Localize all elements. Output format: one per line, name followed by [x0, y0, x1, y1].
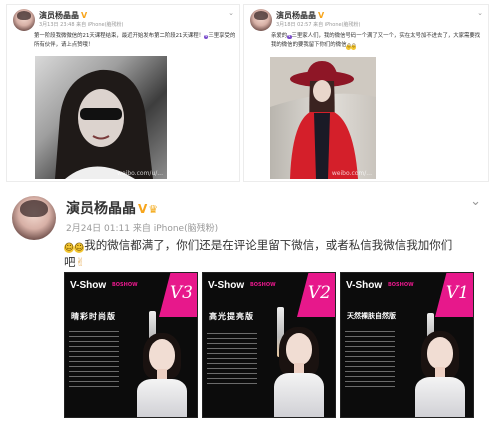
- post-text-part: 我的微信都满了，你们还是在评论里留下微信，或者私信我微信我加你们: [84, 238, 453, 252]
- poster-logo: BOSHOW: [250, 282, 276, 288]
- grin-emoji-icon: ☺: [351, 44, 356, 50]
- verified-badge-icon: V: [81, 11, 88, 20]
- product-poster-v3[interactable]: V3 V-Show BOSHOW 晴彩时尚版: [64, 272, 198, 418]
- poster-slogan: 高光提亮版: [209, 312, 254, 321]
- post-timestamp[interactable]: 2月24日 01:11 来自 iPhone(脑残粉): [66, 221, 218, 234]
- poster-logo: BOSHOW: [388, 282, 414, 288]
- crown-icon: ♛: [148, 203, 159, 216]
- post-photo[interactable]: weibo.com/...: [270, 57, 376, 179]
- chevron-down-icon[interactable]: ⌄: [470, 194, 481, 209]
- username-text[interactable]: 演员杨晶晶: [276, 11, 316, 20]
- post-username[interactable]: 演员杨晶晶 V: [276, 10, 324, 21]
- post-text: 第一阶段我微微信的21天课程结束，最近开始发布第二阶段21天课程！V三里享受的所…: [34, 32, 238, 50]
- poster-version: V1: [445, 283, 469, 303]
- poster-brand: V-Show: [208, 280, 245, 291]
- cry-laugh-emoji-icon: ☺: [64, 242, 75, 254]
- chevron-down-icon[interactable]: ⌄: [228, 9, 234, 17]
- weibo-post-2: 演员杨晶晶 V 3月18日 02:57 来自 iPhone(脑残粉) ⌄ 亲爱的V…: [243, 4, 489, 182]
- poster-model: [129, 329, 195, 417]
- poster-brand: V-Show: [346, 280, 383, 291]
- photo-watermark: weibo.com/...: [331, 170, 372, 177]
- poster-brand: V-Show: [70, 280, 107, 291]
- product-poster-v2[interactable]: V2 V-Show BOSHOW 高光提亮版: [202, 272, 336, 418]
- product-poster-v1[interactable]: V1 V-Show BOSHOW 天然裸肤自然版: [340, 272, 474, 418]
- avatar[interactable]: [13, 9, 35, 31]
- post-text-part: 第一阶段我微微信的21天课程结束，最近开始发布第二阶段21天课程！: [34, 33, 205, 39]
- poster-model: [407, 327, 473, 417]
- poster-version: V3: [169, 283, 193, 303]
- avatar[interactable]: [12, 196, 56, 240]
- weibo-post-3: 演员杨晶晶 V♛ 2月24日 01:11 来自 iPhone(脑残粉) ⌄ ☺☺我…: [0, 188, 493, 421]
- post-username[interactable]: 演员杨晶晶 V: [39, 10, 87, 21]
- avatar[interactable]: [250, 9, 272, 31]
- poster-slogan: 晴彩时尚版: [71, 312, 116, 321]
- poster-body-text: [69, 331, 119, 391]
- weibo-post-1: 演员杨晶晶 V 3月13日 23:48 来自 iPhone(脑残粉) ⌄ 第一阶段…: [6, 4, 240, 182]
- verified-badge-icon: V: [138, 202, 148, 216]
- cry-laugh-emoji-icon: ☺: [74, 242, 85, 254]
- post-text: 亲爱的V三里家人们，我的微信号码一个满了又一个，实在太号加不进去了，大家需要找我…: [271, 32, 485, 50]
- chevron-down-icon[interactable]: ⌄: [477, 9, 483, 17]
- post-timestamp[interactable]: 3月18日 02:57 来自 iPhone(脑残粉): [276, 21, 361, 28]
- poster-version: V2: [307, 283, 331, 303]
- photo-content: [55, 69, 153, 179]
- poster-body-text: [345, 331, 395, 391]
- post-text-part: 吧: [64, 255, 76, 269]
- post-timestamp[interactable]: 3月13日 23:48 来自 iPhone(脑残粉): [39, 21, 124, 28]
- photo-content: [270, 57, 376, 179]
- post-text-part: 亲爱的: [271, 33, 288, 39]
- poster-slogan: 天然裸肤自然版: [347, 312, 396, 320]
- post-text: ☺☺我的微信都满了，你们还是在评论里留下微信，或者私信我微信我加你们 吧✌: [64, 237, 484, 271]
- post-username[interactable]: 演员杨晶晶 V♛: [66, 198, 158, 218]
- verified-badge-icon: V: [318, 11, 325, 20]
- username-text[interactable]: 演员杨晶晶: [39, 11, 79, 20]
- poster-logo: BOSHOW: [112, 282, 138, 288]
- username-text[interactable]: 演员杨晶晶: [66, 201, 136, 217]
- photo-watermark: weibo.com/u/...: [117, 170, 163, 177]
- post-photo[interactable]: weibo.com/u/...: [35, 56, 167, 179]
- poster-body-text: [207, 333, 257, 387]
- post-text-part: 三里家人们，我的微信号码一个满了又一个，实在太号加不进去了，大家需要找我的微信的…: [271, 33, 481, 48]
- victory-hand-icon: ✌: [75, 255, 86, 269]
- poster-model: [265, 323, 333, 417]
